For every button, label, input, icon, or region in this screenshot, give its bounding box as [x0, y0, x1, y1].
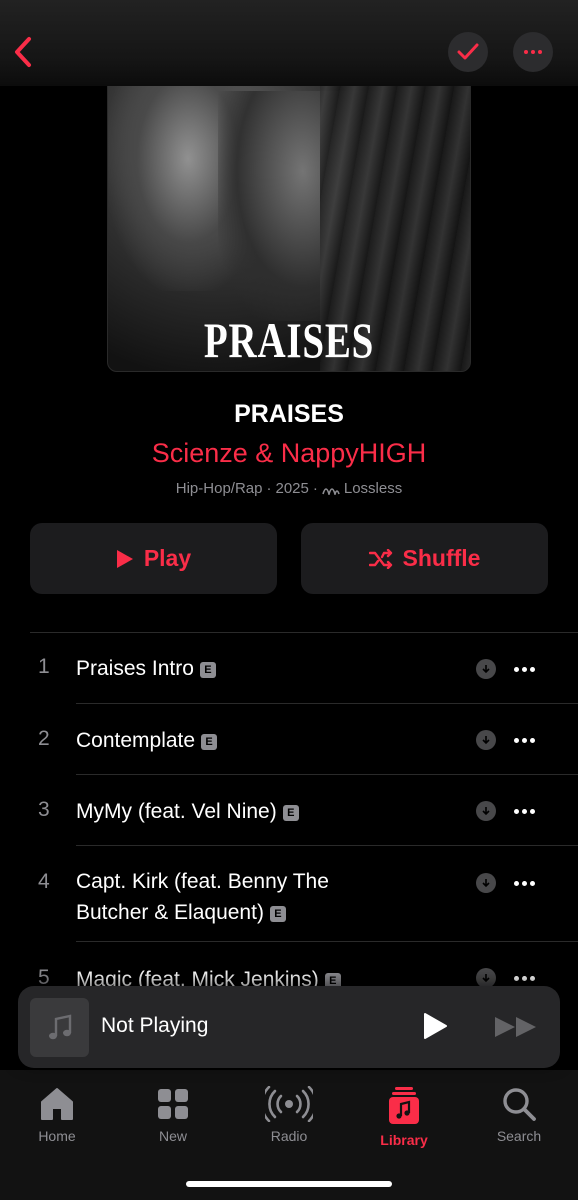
shuffle-icon: [368, 548, 392, 569]
back-button[interactable]: [8, 30, 38, 74]
genre: Hip-Hop/Rap: [175, 480, 263, 497]
track-list: 1 Praises Intro E 2 Contemplate E 3 MyMy (…: [0, 633, 578, 1013]
table-row[interactable]: 4 Capt. Kirk (feat. Benny The Butcher & …: [0, 846, 578, 942]
quality-label: Lossless: [343, 480, 403, 497]
play-icon: [116, 549, 133, 568]
checkmark-icon: [457, 43, 479, 60]
track-more-button[interactable]: [514, 809, 535, 814]
table-row[interactable]: 1 Praises Intro E: [0, 633, 578, 704]
music-note-icon: [48, 1014, 71, 1039]
grid-icon: [158, 1089, 188, 1119]
tab-home[interactable]: Home: [7, 1086, 107, 1144]
mini-play-button[interactable]: [422, 1012, 448, 1045]
house-icon: [41, 1088, 73, 1120]
track-number: 2: [38, 727, 50, 750]
explicit-badge: E: [282, 805, 299, 821]
download-icon[interactable]: [476, 659, 496, 679]
track-title: Praises Intro E: [76, 653, 456, 684]
radio-icon: [265, 1086, 313, 1122]
lossless-icon: [322, 487, 340, 495]
navigation-bar: [0, 0, 578, 86]
add-to-library-button[interactable]: [448, 32, 488, 72]
table-row[interactable]: 3 MyMy (feat. Vel Nine) E: [0, 775, 578, 846]
more-options-button[interactable]: [513, 32, 553, 72]
artwork-title: PRAISES: [203, 312, 375, 368]
download-icon[interactable]: [476, 968, 496, 988]
track-more-button[interactable]: [514, 976, 535, 981]
track-title: Capt. Kirk (feat. Benny The Butcher & El…: [76, 870, 329, 924]
fast-forward-button[interactable]: [494, 1016, 538, 1043]
mini-player[interactable]: Not Playing: [18, 986, 560, 1068]
download-icon[interactable]: [476, 873, 496, 893]
now-playing-title: Not Playing: [101, 1014, 209, 1037]
play-icon: [424, 1013, 447, 1039]
track-more-button[interactable]: [514, 667, 535, 672]
chevron-left-icon: [15, 37, 31, 67]
tab-radio[interactable]: Radio: [239, 1086, 339, 1144]
mini-player-artwork: [30, 998, 89, 1057]
album-meta: Hip-Hop/Rap · 2025 · Lossless: [175, 480, 403, 497]
fast-forward-icon: [495, 1017, 536, 1037]
explicit-badge: E: [199, 662, 216, 678]
explicit-badge: E: [201, 734, 218, 750]
year: 2025: [275, 480, 309, 497]
home-indicator[interactable]: [186, 1181, 392, 1187]
track-number: 1: [38, 655, 50, 678]
ellipsis-icon: [524, 50, 542, 54]
track-title: MyMy (feat. Vel Nine) E: [76, 796, 456, 827]
search-icon: [503, 1088, 536, 1121]
tab-new[interactable]: New: [123, 1086, 223, 1144]
artist-link[interactable]: Scienze & NappyHIGH: [0, 438, 578, 469]
tab-library[interactable]: Library: [354, 1086, 454, 1148]
album-artwork[interactable]: PRAISES: [107, 40, 471, 372]
library-icon: [389, 1087, 419, 1124]
track-number: 4: [38, 870, 50, 893]
play-button[interactable]: Play: [30, 523, 277, 594]
download-icon[interactable]: [476, 801, 496, 821]
tab-search[interactable]: Search: [469, 1086, 569, 1144]
track-title: Contemplate E: [76, 725, 456, 756]
track-more-button[interactable]: [514, 881, 535, 886]
table-row[interactable]: 2 Contemplate E: [0, 704, 578, 775]
shuffle-button[interactable]: Shuffle: [301, 523, 548, 594]
track-more-button[interactable]: [514, 738, 535, 743]
album-title: PRAISES: [234, 400, 344, 428]
explicit-badge: E: [269, 906, 286, 922]
download-icon[interactable]: [476, 730, 496, 750]
track-number: 3: [38, 798, 50, 821]
